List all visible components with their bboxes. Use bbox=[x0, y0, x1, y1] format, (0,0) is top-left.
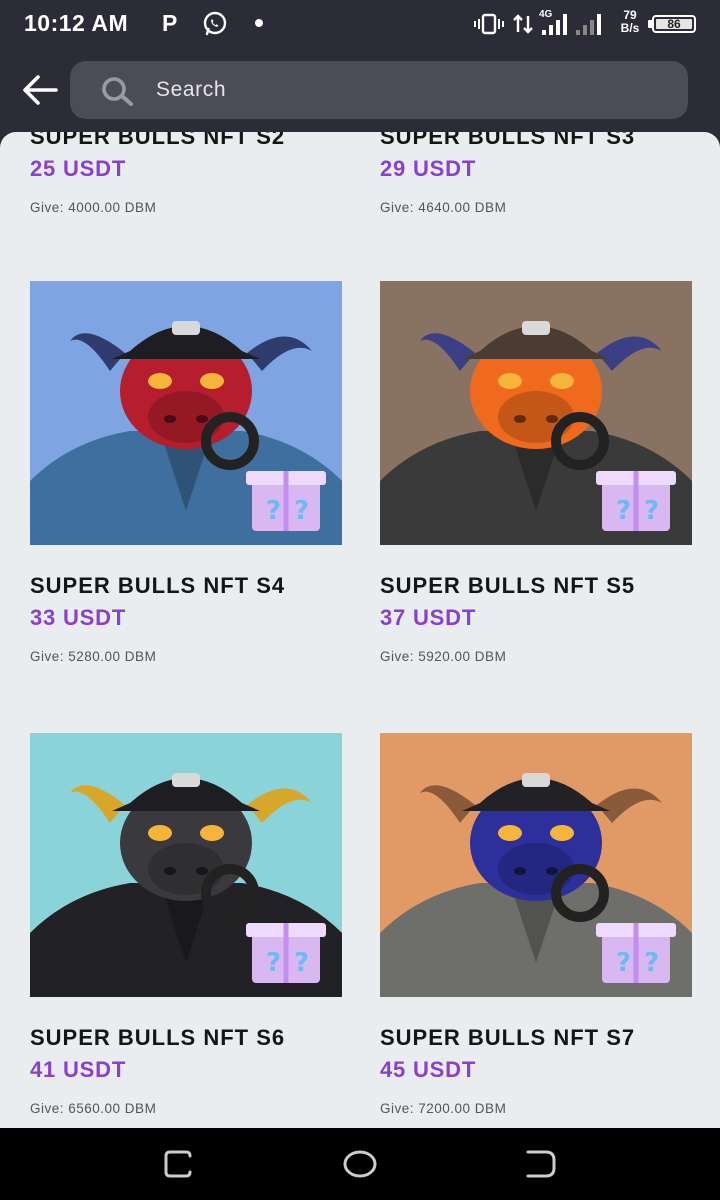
product-price: 25 USDT bbox=[30, 156, 127, 181]
product-give: Give: 7200.00 DBM bbox=[380, 1101, 507, 1116]
nft-image[interactable]: ?? bbox=[30, 281, 342, 545]
signal-icon bbox=[542, 14, 601, 35]
product-price: 29 USDT bbox=[380, 156, 477, 181]
speed-unit: B/s bbox=[620, 21, 640, 35]
product-title: SUPER BULLS NFT S5 bbox=[380, 573, 636, 598]
product-price: 45 USDT bbox=[380, 1057, 477, 1082]
nft-image[interactable]: ?? bbox=[380, 733, 692, 997]
nft-image[interactable]: ?? bbox=[30, 733, 342, 997]
battery-level: 86 bbox=[656, 18, 692, 30]
product-price: 41 USDT bbox=[30, 1057, 127, 1082]
app-bar bbox=[0, 48, 720, 132]
svg-text:?: ? bbox=[616, 948, 631, 978]
status-time: 10:12 AM bbox=[24, 10, 129, 36]
svg-text:?: ? bbox=[294, 496, 309, 526]
product-give: Give: 5920.00 DBM bbox=[380, 649, 507, 664]
svg-text:?: ? bbox=[616, 496, 631, 526]
svg-text:?: ? bbox=[294, 948, 309, 978]
product-price: 33 USDT bbox=[30, 605, 127, 630]
parking-app-icon: P bbox=[162, 10, 178, 36]
search-input[interactable] bbox=[156, 71, 656, 109]
svg-text:?: ? bbox=[266, 496, 281, 526]
svg-text:?: ? bbox=[644, 496, 659, 526]
product-price: 37 USDT bbox=[380, 605, 477, 630]
vibrate-icon bbox=[474, 13, 504, 35]
search-icon bbox=[102, 77, 133, 106]
product-title: SUPER BULLS NFT S6 bbox=[30, 1025, 286, 1050]
search-box[interactable] bbox=[70, 61, 688, 119]
back-arrow-icon[interactable] bbox=[18, 70, 62, 110]
recent-apps-icon[interactable] bbox=[160, 1146, 200, 1182]
product-give: Give: 5280.00 DBM bbox=[30, 649, 157, 664]
status-bar: 10:12 AM P 4G 79 B/s 86 bbox=[0, 0, 720, 48]
product-grid: SUPER BULLS NFT S2 25 USDT Give: 4000.00… bbox=[0, 132, 720, 1128]
product-give: Give: 4000.00 DBM bbox=[30, 200, 157, 215]
product-give: Give: 4640.00 DBM bbox=[380, 200, 507, 215]
product-give: Give: 6560.00 DBM bbox=[30, 1101, 157, 1116]
data-arrows-icon bbox=[513, 14, 533, 34]
notification-dot-icon bbox=[255, 19, 263, 27]
back-icon[interactable] bbox=[520, 1146, 560, 1182]
product-title: SUPER BULLS NFT S4 bbox=[30, 573, 286, 598]
product-title: SUPER BULLS NFT S7 bbox=[380, 1025, 636, 1050]
system-nav-bar bbox=[0, 1128, 720, 1200]
svg-text:?: ? bbox=[644, 948, 659, 978]
whatsapp-icon bbox=[203, 11, 227, 36]
product-title: SUPER BULLS NFT S3 bbox=[380, 132, 636, 149]
product-title: SUPER BULLS NFT S2 bbox=[30, 132, 286, 149]
svg-text:?: ? bbox=[266, 948, 281, 978]
nft-image[interactable]: ?? bbox=[380, 281, 692, 545]
battery-icon: 86 bbox=[652, 15, 696, 33]
network-speed: 79 B/s bbox=[614, 9, 646, 35]
home-icon[interactable] bbox=[340, 1146, 380, 1182]
